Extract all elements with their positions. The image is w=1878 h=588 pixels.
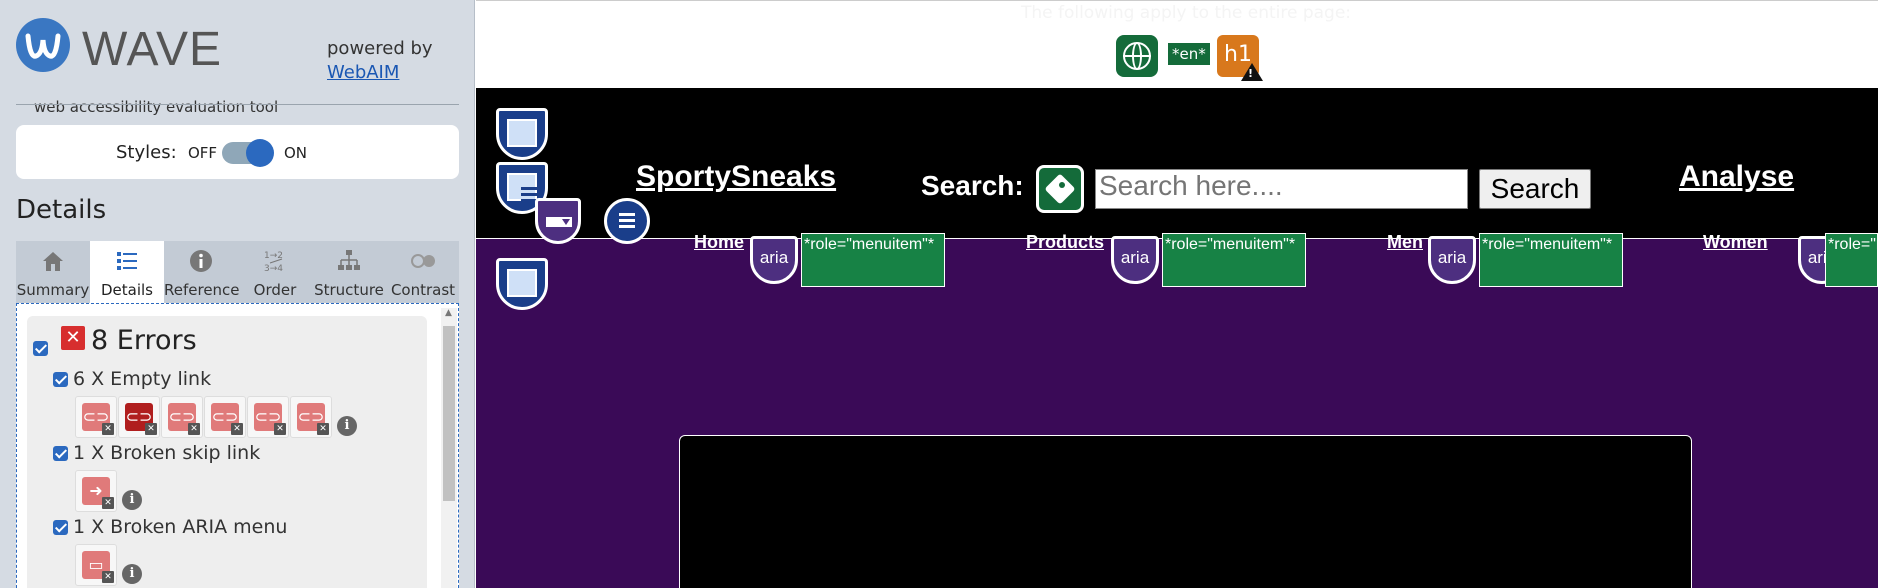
styles-toggle-panel: Styles: OFF ON (16, 125, 459, 179)
error-item-label: 1 X Broken ARIA menu (73, 516, 288, 538)
empty-link-icon[interactable]: ⊂⊃ ✕ (161, 396, 203, 438)
errors-title: 8 Errors (91, 325, 197, 356)
styles-on-label: ON (284, 144, 308, 162)
empty-link-checkbox[interactable] (53, 372, 68, 387)
divider (16, 104, 459, 105)
aria-menu-icon[interactable] (535, 198, 581, 244)
scroll-up-arrow[interactable]: ▲ (445, 308, 452, 318)
warning-mark: ! (1248, 67, 1254, 80)
details-scrollbar[interactable]: ▲ (441, 308, 457, 588)
order-icon: 1→23→4 (264, 251, 283, 274)
page-level-note: The following apply to the entire page: (1020, 3, 1352, 23)
aria-badge[interactable]: aria (1111, 236, 1159, 284)
webaim-link[interactable]: WebAIM (327, 62, 399, 83)
details-panel: ✕ 8 Errors 6 X Empty link ⊂⊃ ✕ ⊂⊃ ✕ ⊂⊃ ✕ ⊂⊃… (16, 303, 459, 588)
tab-contrast[interactable]: Contrast (386, 241, 460, 303)
structure-icon (338, 250, 360, 270)
nav-link-products[interactable]: Products (1026, 232, 1104, 253)
tab-label: Reference (164, 281, 240, 299)
aria-badge[interactable]: aria (750, 236, 798, 284)
info-icon[interactable]: i (122, 564, 142, 584)
powered-by-text: powered by (327, 38, 433, 59)
empty-link-icon[interactable]: ⊂⊃ ✕ (118, 396, 160, 438)
search-button[interactable]: Search (1479, 169, 1591, 209)
tab-structure[interactable]: Structure (312, 241, 386, 303)
broken-aria-menu-checkbox[interactable] (53, 520, 68, 535)
language-badge[interactable]: *en* (1168, 43, 1210, 65)
main-region-icon[interactable] (496, 258, 548, 310)
aria-badge[interactable]: aria (1428, 236, 1476, 284)
info-icon[interactable]: i (122, 490, 142, 510)
styles-toggle-knob[interactable] (246, 139, 274, 167)
nav-link-women[interactable]: Women (1703, 232, 1768, 253)
wave-logo-text: WAVE (82, 23, 223, 76)
label-tag-icon[interactable] (1036, 165, 1084, 213)
tab-order[interactable]: 1→2 3→4 Order (238, 241, 312, 303)
scroll-thumb[interactable] (443, 326, 455, 501)
info-icon (190, 250, 212, 272)
styles-label: Styles: (116, 142, 177, 163)
home-icon (43, 252, 63, 271)
empty-link-icon[interactable]: ⊂⊃ ✕ (204, 396, 246, 438)
broken-skip-link-checkbox[interactable] (53, 446, 68, 461)
content-panel (679, 435, 1692, 588)
nav-link-home[interactable]: Home (694, 232, 744, 253)
info-icon[interactable]: i (337, 416, 357, 436)
language-globe-icon[interactable] (1116, 35, 1158, 77)
svg-text:3→4: 3→4 (264, 264, 283, 274)
evaluated-page: The following apply to the entire page: … (476, 0, 1878, 588)
contrast-icon (411, 254, 435, 268)
role-menuitem-label[interactable]: *role="menuitem"* (1479, 233, 1623, 287)
wave-logo-icon (16, 18, 70, 72)
tab-label: Details (100, 281, 153, 299)
error-item-label: 6 X Empty link (73, 368, 212, 390)
error-icon: ✕ (61, 326, 85, 350)
broken-aria-menu-icon[interactable]: ▭ ✕ (75, 544, 117, 586)
role-menuitem-label[interactable]: *role="menuitem"* (801, 233, 945, 287)
errors-checkbox[interactable] (33, 341, 48, 356)
empty-link-icon[interactable]: ⊂⊃ ✕ (290, 396, 332, 438)
styles-off-label: OFF (188, 144, 218, 162)
analyse-link[interactable]: Analyse (1679, 160, 1794, 194)
empty-link-icon[interactable]: ⊂⊃ ✕ (75, 396, 117, 438)
empty-link-icon[interactable]: ⊂⊃ ✕ (247, 396, 289, 438)
powered-by: powered by WebAIM (327, 37, 433, 85)
tab-details[interactable]: Details (90, 241, 164, 303)
wave-sidebar: WAVE web accessibility evaluation tool p… (0, 0, 475, 588)
wave-tagline: web accessibility evaluation tool (34, 98, 279, 116)
nav-link-men[interactable]: Men (1387, 232, 1423, 253)
error-item-label: 1 X Broken skip link (73, 442, 261, 464)
search-input[interactable]: Search here.... (1095, 169, 1468, 209)
tab-label: Contrast (390, 281, 456, 299)
details-heading: Details (16, 195, 107, 225)
unordered-list-icon[interactable] (604, 198, 650, 244)
tab-label: Summary (16, 281, 90, 299)
panel-tabs: Summary Details Reference 1→2 3→4 Order S… (16, 241, 459, 303)
errors-section: ✕ 8 Errors 6 X Empty link ⊂⊃ ✕ ⊂⊃ ✕ ⊂⊃ ✕ ⊂⊃… (27, 316, 427, 588)
header-region-icon[interactable] (496, 108, 548, 160)
styles-toggle[interactable] (222, 139, 274, 167)
role-menuitem-label[interactable]: *role="menuitem"* (1162, 233, 1306, 287)
tab-reference[interactable]: Reference (164, 241, 240, 303)
broken-skip-link-icon[interactable]: ➜ ✕ (75, 470, 117, 512)
list-icon (117, 252, 137, 270)
tab-summary[interactable]: Summary (16, 241, 90, 303)
tab-label: Order (253, 281, 297, 299)
tab-label: Structure (314, 281, 384, 299)
role-menuitem-label[interactable]: *role="menuitem"* (1825, 233, 1878, 287)
search-label: Search: (921, 170, 1024, 201)
page-level-icons-bar: The following apply to the entire page: … (476, 0, 1878, 88)
site-brand-link[interactable]: SportySneaks (636, 160, 836, 194)
